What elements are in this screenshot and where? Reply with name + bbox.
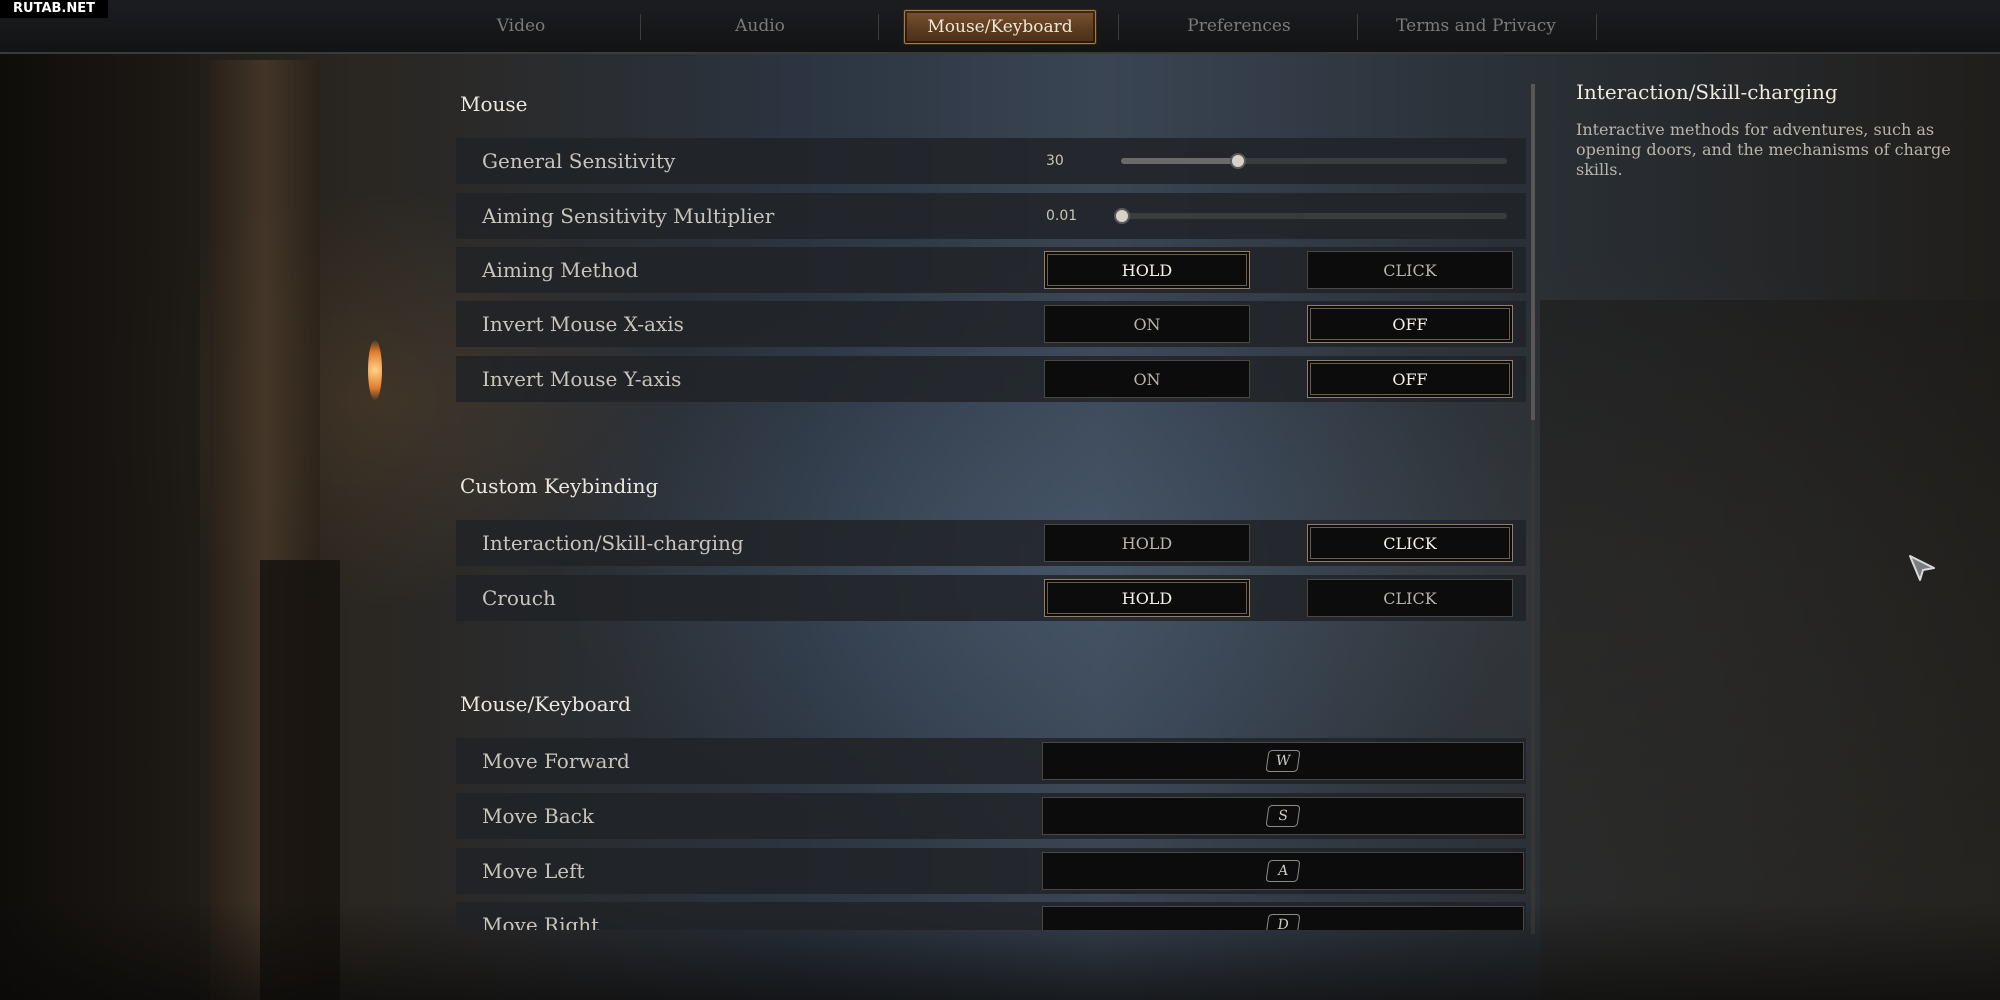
crouch-click-button[interactable]: CLICK bbox=[1307, 579, 1513, 617]
slider-fill bbox=[1121, 158, 1237, 164]
tab-divider bbox=[1596, 14, 1597, 40]
setting-row-invert-y: Invert Mouse Y-axis ON OFF bbox=[456, 356, 1526, 402]
section-title-mouse: Mouse bbox=[460, 92, 528, 116]
section-title-custom-keybinding: Custom Keybinding bbox=[460, 474, 659, 498]
info-panel-title: Interaction/Skill-charging bbox=[1576, 80, 1838, 104]
keycap-s: S bbox=[1265, 805, 1301, 827]
settings-tab-bar: Video Audio Mouse/Keyboard Preferences T… bbox=[0, 0, 2000, 54]
keybind-row-move-left: Move Left A bbox=[456, 848, 1526, 894]
keybind-label: Move Forward bbox=[482, 749, 630, 773]
setting-row-invert-x: Invert Mouse X-axis ON OFF bbox=[456, 301, 1526, 347]
keybind-label: Move Back bbox=[482, 804, 594, 828]
keybind-label: Move Left bbox=[482, 859, 585, 883]
setting-label: Invert Mouse X-axis bbox=[482, 312, 684, 336]
slider-value: 0.01 bbox=[1046, 208, 1078, 224]
keycap-a: A bbox=[1265, 860, 1301, 882]
tab-video[interactable]: Video bbox=[450, 10, 592, 42]
setting-label: Invert Mouse Y-axis bbox=[482, 367, 682, 391]
info-panel-description: Interactive methods for adventures, such… bbox=[1576, 120, 1951, 179]
invert-y-off-button[interactable]: OFF bbox=[1307, 360, 1513, 398]
settings-panel: Mouse General Sensitivity 30 Aiming Sens… bbox=[456, 56, 1538, 930]
setting-label: Interaction/Skill-charging bbox=[482, 531, 744, 555]
tab-mouse-keyboard[interactable]: Mouse/Keyboard bbox=[904, 10, 1096, 44]
crouch-hold-button[interactable]: HOLD bbox=[1044, 579, 1250, 617]
keycap-d: D bbox=[1265, 914, 1301, 930]
move-left-key-button[interactable]: A bbox=[1042, 852, 1524, 890]
slider-handle[interactable] bbox=[1114, 208, 1130, 224]
tab-terms-and-privacy[interactable]: Terms and Privacy bbox=[1380, 10, 1572, 42]
tab-divider bbox=[1357, 14, 1358, 40]
tab-audio[interactable]: Audio bbox=[690, 10, 830, 42]
setting-label: General Sensitivity bbox=[482, 149, 676, 173]
arrow-cursor-icon bbox=[1906, 552, 1938, 588]
move-right-key-button[interactable]: D bbox=[1042, 906, 1524, 930]
aiming-method-click-button[interactable]: CLICK bbox=[1307, 251, 1513, 289]
scrollbar-thumb[interactable] bbox=[1531, 84, 1535, 420]
setting-row-crouch: Crouch HOLD CLICK bbox=[456, 575, 1526, 621]
tab-divider bbox=[640, 14, 641, 40]
watermark: RUTAB.NET bbox=[0, 0, 108, 18]
move-back-key-button[interactable]: S bbox=[1042, 797, 1524, 835]
keybind-row-move-right: Move Right D bbox=[456, 902, 1526, 930]
keybind-label: Move Right bbox=[482, 913, 600, 930]
interaction-hold-button[interactable]: HOLD bbox=[1044, 524, 1250, 562]
general-sensitivity-slider[interactable] bbox=[1121, 153, 1507, 169]
aiming-method-hold-button[interactable]: HOLD bbox=[1044, 251, 1250, 289]
setting-label: Aiming Sensitivity Multiplier bbox=[482, 204, 775, 228]
setting-label: Aiming Method bbox=[482, 258, 639, 282]
tab-divider bbox=[878, 14, 879, 40]
setting-row-aiming-sensitivity-multiplier: Aiming Sensitivity Multiplier 0.01 bbox=[456, 193, 1526, 239]
section-title-mouse-keyboard: Mouse/Keyboard bbox=[460, 692, 631, 716]
settings-scrollbar[interactable] bbox=[1531, 84, 1535, 934]
move-forward-key-button[interactable]: W bbox=[1042, 742, 1524, 780]
invert-y-on-button[interactable]: ON bbox=[1044, 360, 1250, 398]
setting-label: Crouch bbox=[482, 586, 556, 610]
setting-row-interaction-skill-charging[interactable]: Interaction/Skill-charging HOLD CLICK bbox=[456, 520, 1526, 566]
tab-divider bbox=[1118, 14, 1119, 40]
slider-value: 30 bbox=[1046, 153, 1064, 169]
keybind-row-move-forward: Move Forward W bbox=[456, 738, 1526, 784]
tab-preferences[interactable]: Preferences bbox=[1168, 10, 1310, 42]
interaction-click-button[interactable]: CLICK bbox=[1307, 524, 1513, 562]
keybind-row-move-back: Move Back S bbox=[456, 793, 1526, 839]
slider-handle[interactable] bbox=[1229, 153, 1246, 169]
invert-x-off-button[interactable]: OFF bbox=[1307, 305, 1513, 343]
invert-x-on-button[interactable]: ON bbox=[1044, 305, 1250, 343]
aiming-multiplier-slider[interactable] bbox=[1114, 208, 1507, 224]
setting-row-general-sensitivity: General Sensitivity 30 bbox=[456, 138, 1526, 184]
keycap-w: W bbox=[1265, 750, 1301, 772]
setting-row-aiming-method: Aiming Method HOLD CLICK bbox=[456, 247, 1526, 293]
